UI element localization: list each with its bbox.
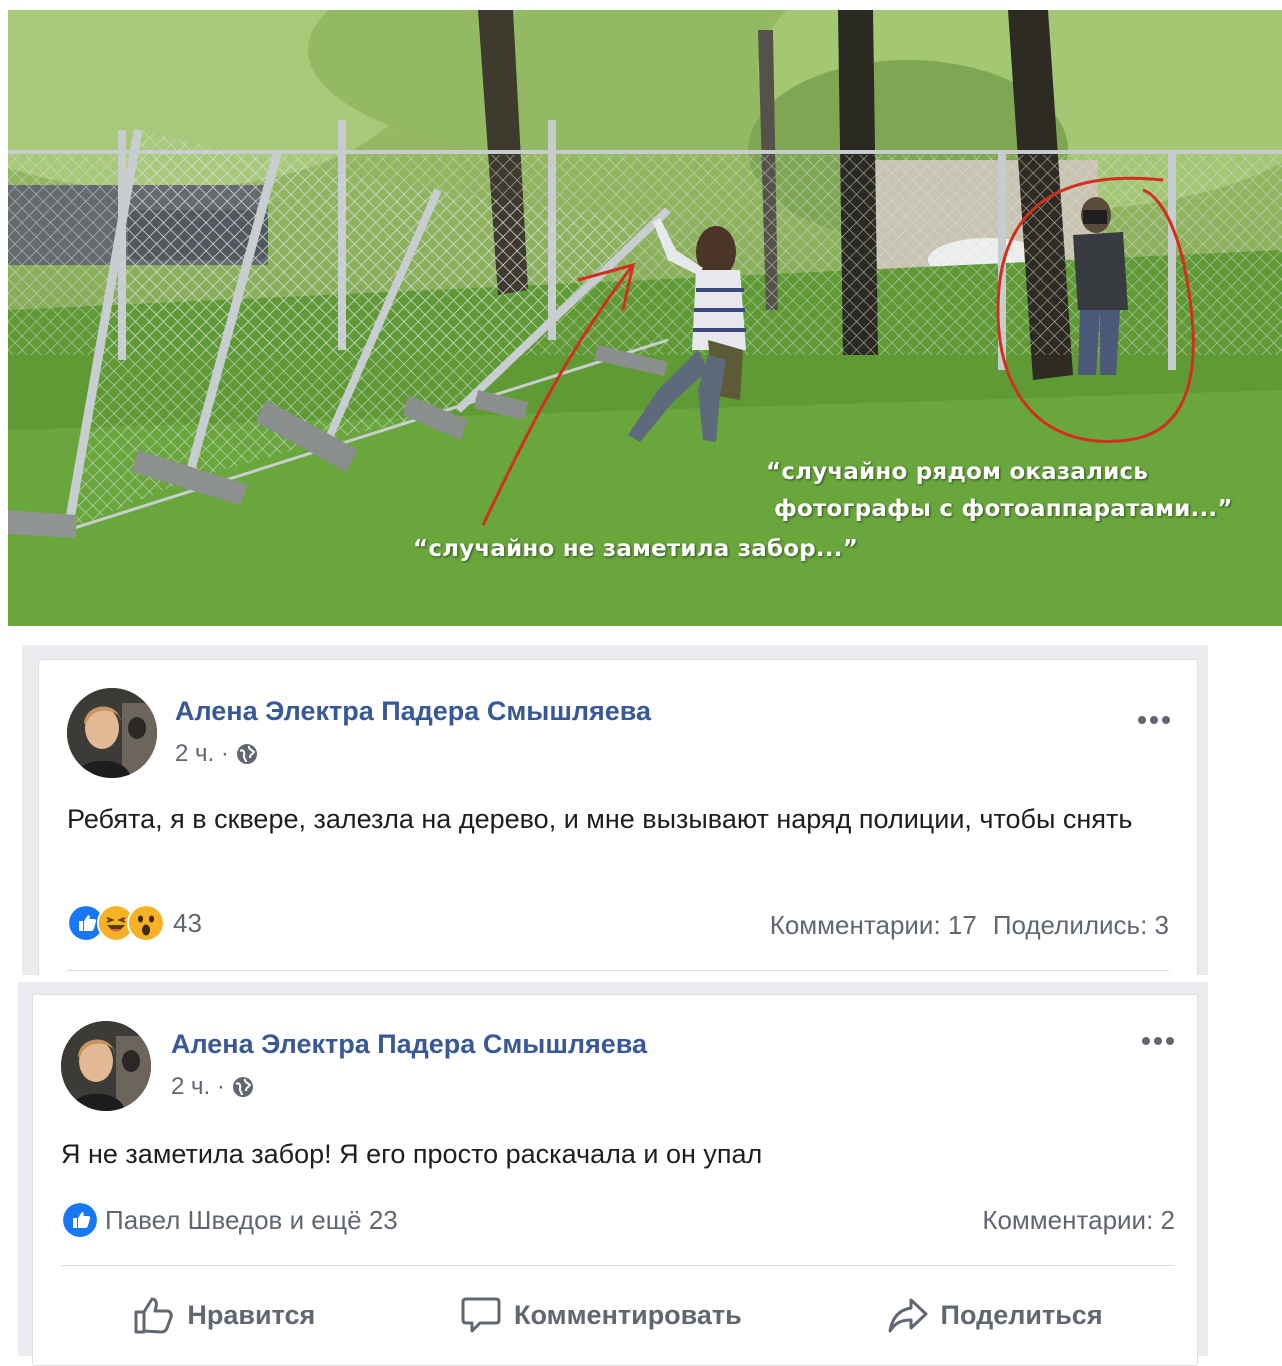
post-meta: 2 ч. ·: [171, 1073, 255, 1101]
post-stats: Комментарии: 2: [982, 1205, 1175, 1236]
post-text: Ребята, я в сквере, залезла на дерево, и…: [67, 804, 1133, 834]
avatar[interactable]: [61, 1021, 151, 1111]
post-time[interactable]: 2 ч. ·: [171, 1073, 225, 1101]
reactions-summary[interactable]: 43: [67, 904, 202, 942]
comment-button-label: Комментировать: [513, 1299, 742, 1330]
like-button[interactable]: Нравится: [133, 1295, 315, 1335]
globe-icon[interactable]: [235, 742, 259, 766]
author-name[interactable]: Алена Электра Падера Смышляева: [175, 696, 651, 727]
fence-caption: “случайно не заметила забор...”: [413, 536, 859, 562]
post-text: Я не заметила забор! Я его просто раскач…: [61, 1139, 763, 1169]
comments-count[interactable]: Комментарии: 2: [982, 1205, 1175, 1236]
post-stats: Комментарии: 17 Поделились: 3: [770, 910, 1169, 941]
thumbs-up-icon: [134, 1297, 174, 1334]
comments-count[interactable]: Комментарии: 17: [770, 910, 977, 941]
divider: [61, 1265, 1175, 1266]
fence-scene-image: [8, 10, 1282, 626]
shares-count[interactable]: Поделились: 3: [993, 910, 1169, 941]
like-reaction-icon: [61, 1201, 99, 1239]
reaction-count: 43: [173, 907, 202, 938]
wow-reaction-icon: [127, 904, 165, 942]
author-name[interactable]: Алена Электра Падера Смышляева: [171, 1029, 647, 1060]
more-options-icon[interactable]: [1138, 716, 1170, 724]
globe-icon[interactable]: [231, 1075, 255, 1099]
post-card: Алена Электра Падера Смышляева 2 ч. · Ре…: [38, 659, 1198, 976]
post-meta: 2 ч. ·: [175, 740, 259, 768]
news-photo: “случайно рядом оказались фотографы с фо…: [8, 10, 1282, 626]
like-button-label: Нравится: [187, 1299, 316, 1330]
post-actions-bar: Нравится Комментировать Поделиться: [61, 1287, 1175, 1343]
post-time[interactable]: 2 ч. ·: [175, 740, 229, 768]
comment-icon: [461, 1297, 501, 1333]
post-card: Алена Электра Падера Смышляева 2 ч. · Я …: [32, 994, 1198, 1366]
share-icon: [888, 1298, 928, 1333]
post-2-frame: Алена Электра Падера Смышляева 2 ч. · Я …: [18, 982, 1208, 1366]
avatar[interactable]: [67, 688, 157, 778]
photographers-caption: “случайно рядом оказались фотографы с фо…: [766, 459, 1233, 522]
reactions-summary[interactable]: Павел Шведов и ещё 23: [61, 1201, 398, 1239]
share-button[interactable]: Поделиться: [887, 1295, 1103, 1335]
more-options-icon[interactable]: [1142, 1037, 1174, 1045]
post-1-frame: Алена Электра Падера Смышляева 2 ч. · Ре…: [22, 645, 1208, 976]
share-button-label: Поделиться: [940, 1299, 1103, 1330]
divider: [67, 970, 1169, 971]
comment-button[interactable]: Комментировать: [460, 1295, 742, 1335]
likes-text: Павел Шведов и ещё 23: [105, 1204, 398, 1235]
